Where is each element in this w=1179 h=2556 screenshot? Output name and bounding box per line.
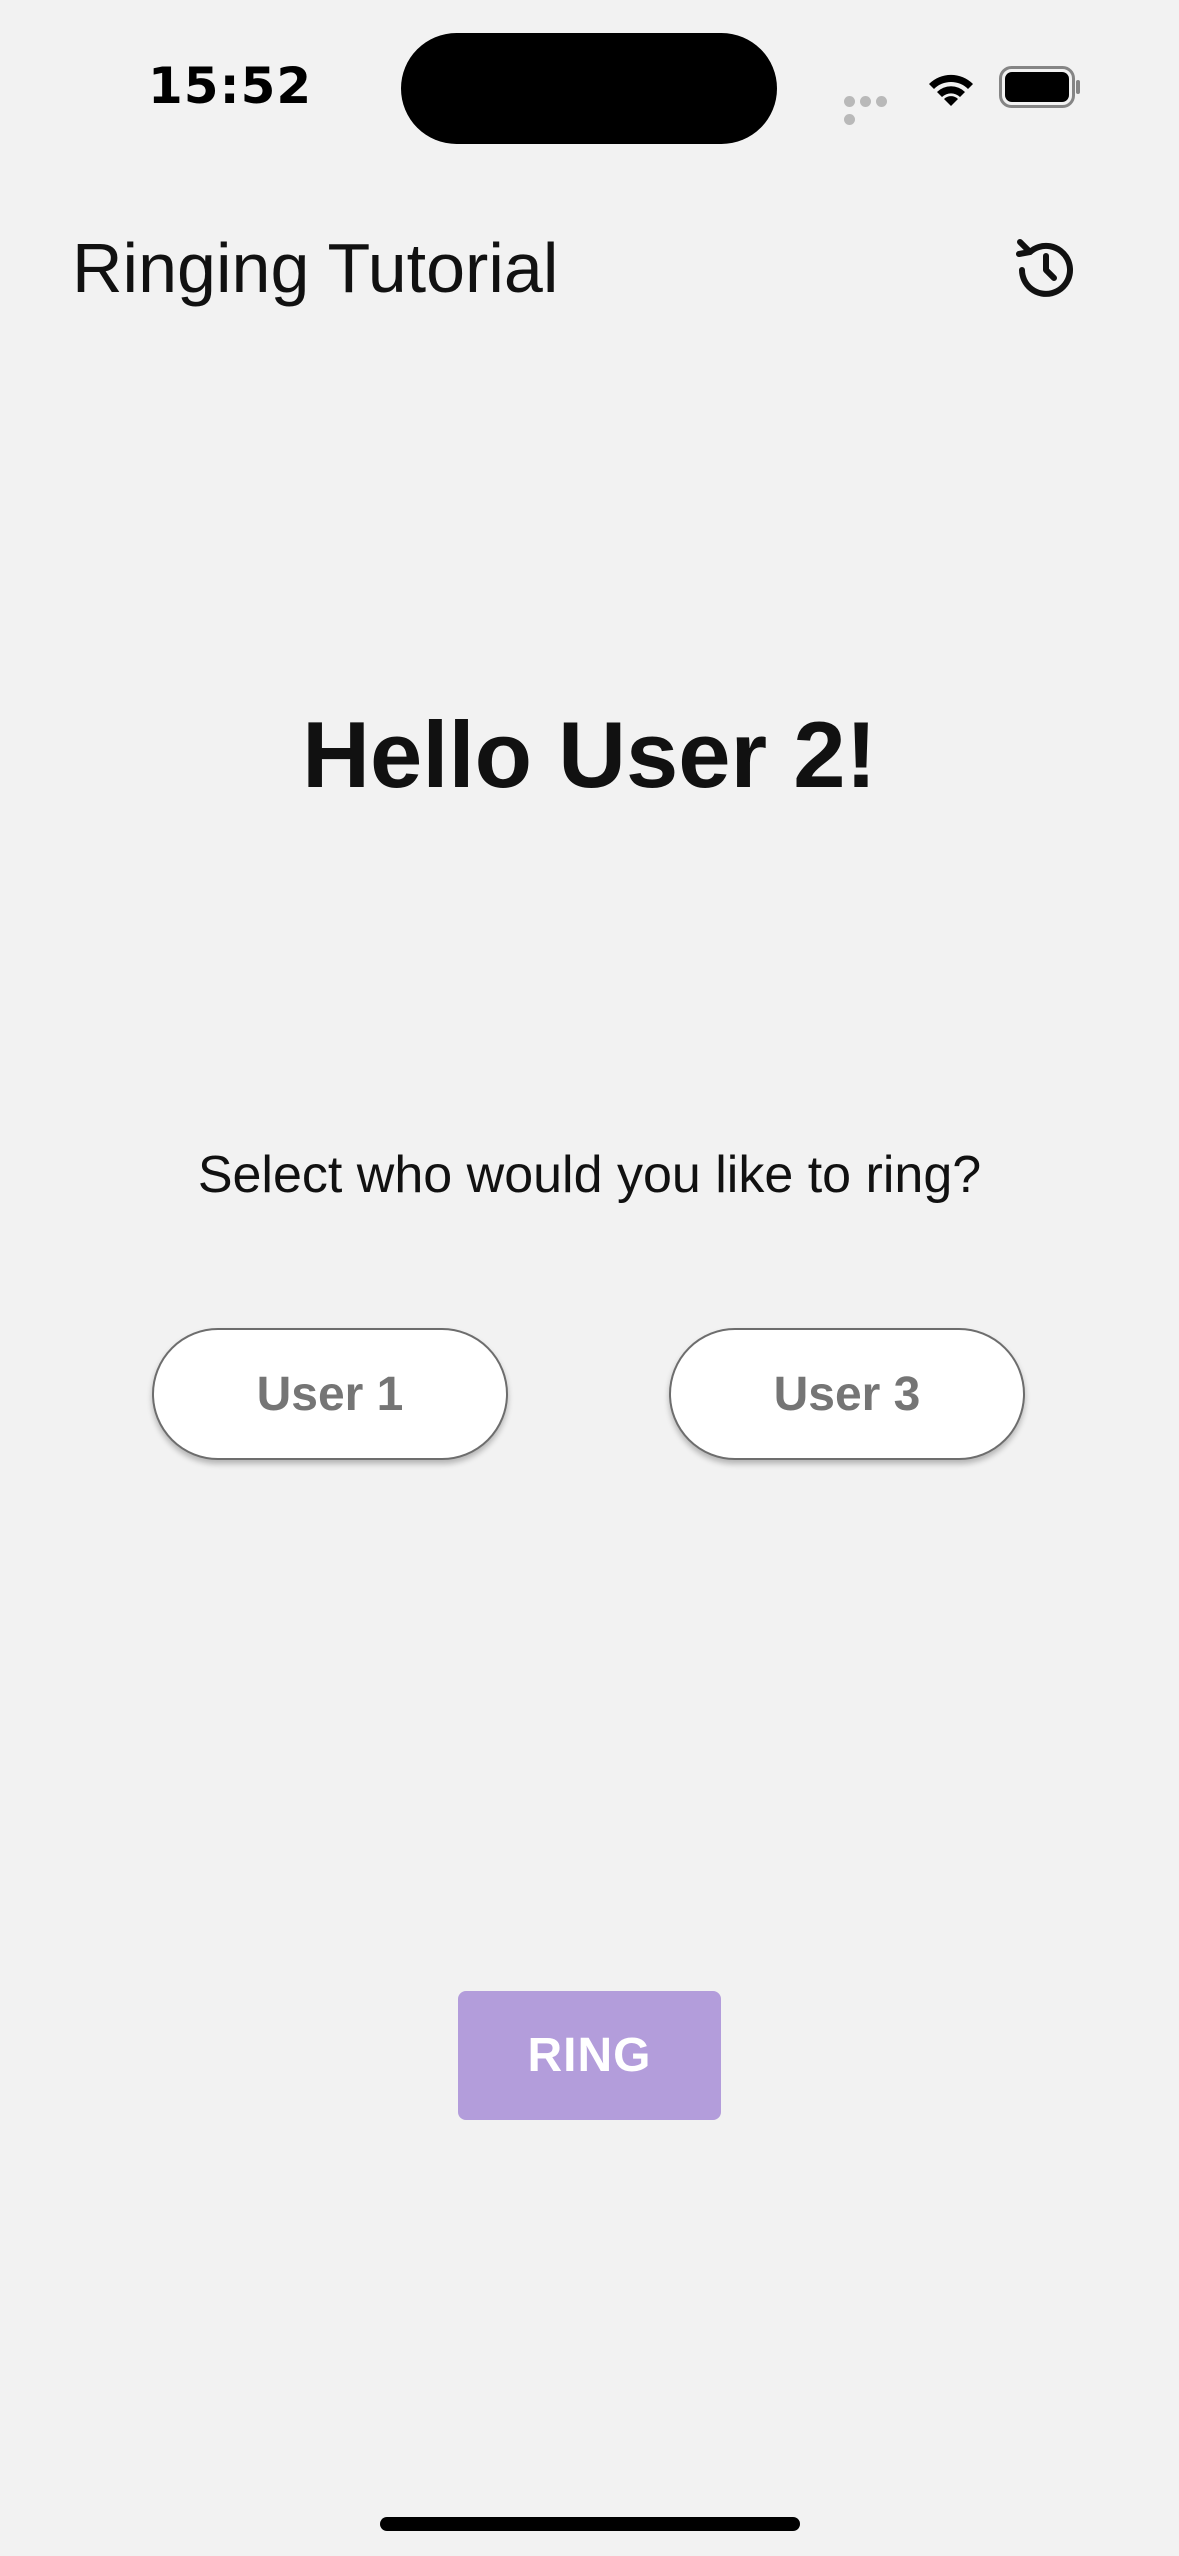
refresh-icon — [1016, 239, 1073, 297]
page-title: Ringing Tutorial — [72, 229, 559, 307]
select-prompt: Select who would you like to ring? — [197, 1146, 982, 1204]
battery-icon — [999, 66, 1080, 108]
user-3-button[interactable]: User 3 — [669, 1328, 1025, 1460]
dynamic-island — [401, 33, 777, 144]
ring-button[interactable]: RING — [458, 1991, 721, 2120]
home-indicator[interactable] — [380, 2517, 800, 2531]
user-1-button[interactable]: User 1 — [152, 1328, 508, 1460]
wifi-icon — [929, 74, 973, 106]
status-time: 15:52 — [148, 57, 313, 115]
cellular-signal-icon — [844, 94, 906, 125]
greeting-heading: Hello User 2! — [302, 702, 877, 807]
refresh-button[interactable] — [1010, 232, 1082, 304]
